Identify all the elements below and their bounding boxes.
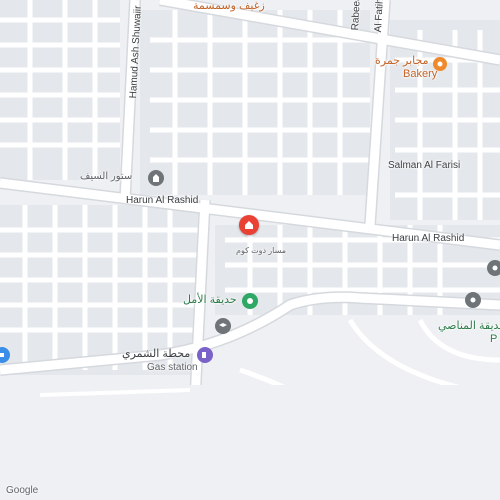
street-label-harun-right: Harun Al Rashid	[392, 233, 465, 244]
google-logo: Google	[6, 485, 39, 496]
poi-bakery-majar[interactable]: مجابر جمرة Bakery	[375, 55, 437, 81]
poi-bakery-top[interactable]: زغيف وسمسمة	[193, 0, 265, 13]
majar-label-en: Bakery	[403, 68, 438, 80]
edge-pin-icon[interactable]	[487, 260, 500, 276]
selected-location-pin-icon[interactable]	[239, 215, 259, 235]
poi-saif-label: ستور السيف	[80, 171, 133, 182]
gas-station-label-en: Gas station	[147, 362, 198, 373]
park-label: حديقة الأمل	[183, 294, 237, 306]
selected-location-sub: مسار دوت كوم	[236, 246, 287, 255]
gas-station-label-ar: محطة الشمري	[122, 348, 191, 360]
mahasi-park-sub: P	[490, 333, 498, 345]
school-pin-icon[interactable]	[215, 318, 231, 334]
bakery-pin-icon[interactable]	[433, 57, 447, 71]
mosque-pin-icon[interactable]	[148, 170, 164, 186]
street-label-rabeea: Rabeea	[349, 0, 363, 31]
street-label-salman: Salman Al Farisi	[388, 160, 461, 171]
street-label-harun-left: Harun Al Rashid	[126, 195, 199, 206]
mahasi-park-label: حديقة المناصي	[438, 320, 500, 332]
gas-station-pin-icon[interactable]	[197, 347, 213, 363]
park-pin-icon[interactable]	[242, 293, 258, 309]
place-pin-icon[interactable]	[465, 292, 481, 308]
street-label-alfatih: Al Fatih	[372, 0, 386, 33]
bakery-label: زغيف وسمسمة	[193, 0, 265, 12]
majar-label-ar: مجابر جمرة	[375, 55, 429, 67]
map-canvas[interactable]: Harun Al Rashid Harun Al Rashid Salman A…	[0, 0, 500, 500]
